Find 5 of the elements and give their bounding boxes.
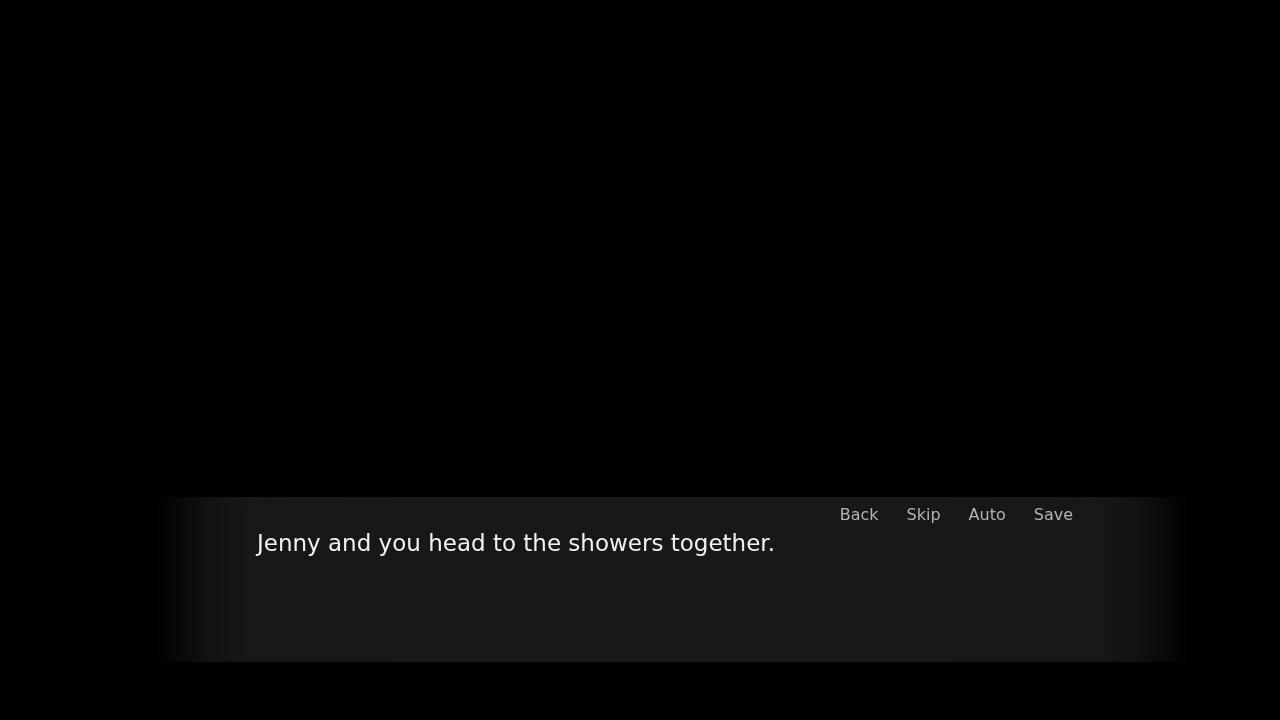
dialogue-text: Jenny and you head to the showers together.: [257, 530, 776, 556]
quick-menu-button[interactable]: Back: [828, 503, 890, 526]
quick-menu-button[interactable]: Skip: [895, 503, 952, 526]
quick-menu-button[interactable]: Auto: [957, 503, 1017, 526]
quick-menu-button[interactable]: Save: [1022, 503, 1084, 526]
